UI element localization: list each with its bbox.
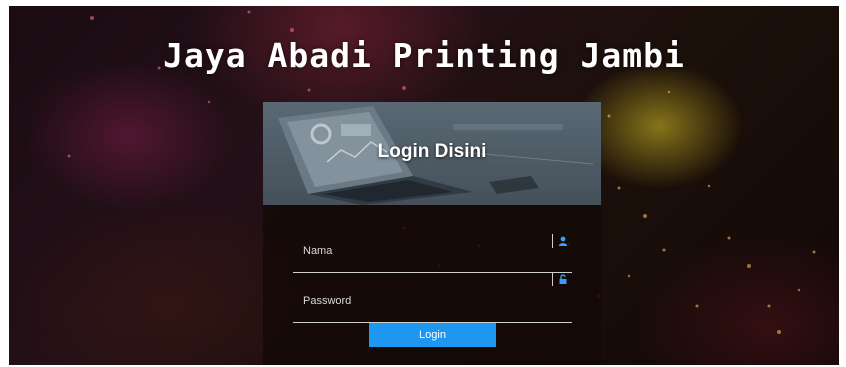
page-title: Jaya Abadi Printing Jambi [163,36,685,75]
username-input[interactable] [293,232,543,270]
password-input[interactable] [293,282,543,320]
login-heading: Login Disini [377,141,487,162]
username-field [293,232,572,273]
background-frame: Jaya Abadi Printing Jambi Login Disini N… [9,6,839,365]
user-icon [552,234,568,248]
login-card-header: Login Disini [263,102,601,205]
login-button[interactable]: Login [369,323,496,347]
lock-icon [552,272,568,286]
login-card: Login Disini Login [263,102,601,365]
password-field [293,272,572,323]
